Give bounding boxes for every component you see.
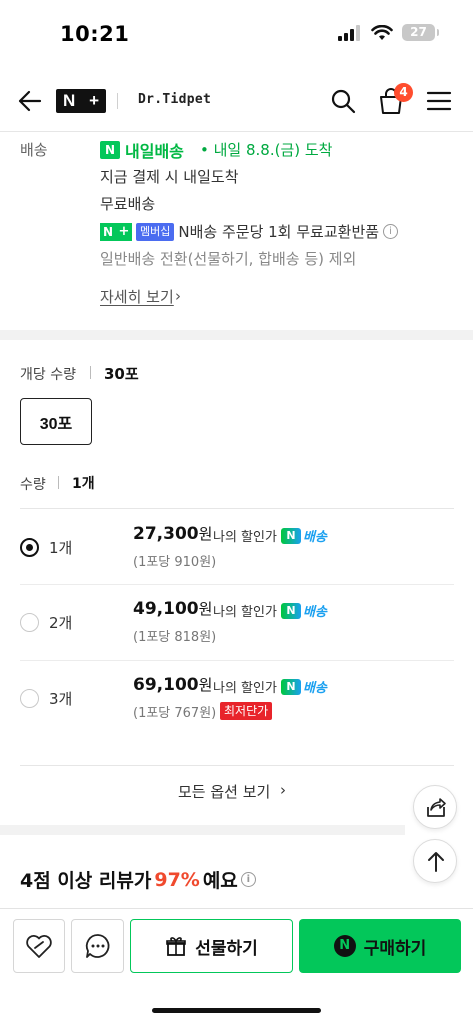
quantity-option-row[interactable]: 1개 27,300원 나의 할인가 N 배송 (1포당 910원) (20, 509, 454, 585)
radio-selected[interactable] (20, 538, 39, 557)
my-discount-price: 나의 할인가 N 배송 (213, 601, 327, 620)
naver-n-icon: N (280, 678, 301, 695)
quantity-option-row[interactable]: 2개 49,100원 나의 할인가 N 배송 (1포당 818원) (20, 585, 454, 661)
store-brand-name[interactable]: Dr.Tidpet (138, 92, 211, 107)
status-time: 10:21 (60, 22, 130, 46)
tomorrow-delivery-badge: N 내일배송 (100, 138, 184, 162)
per-pack-price: (1포당 818원) (133, 630, 217, 645)
home-indicator (152, 1008, 321, 1013)
naver-n-icon: N (280, 602, 301, 619)
chevron-right-icon: › (280, 781, 286, 799)
battery-icon: 27 (402, 24, 439, 41)
row-quantity: 3개 (49, 690, 73, 708)
pay-now-arrival: 지금 결제 시 내일도착 (100, 168, 239, 186)
info-icon[interactable]: i (383, 224, 399, 239)
divider (20, 765, 454, 766)
search-icon[interactable] (330, 88, 356, 114)
status-icons: 27 (338, 24, 439, 41)
naver-pay-icon: N (333, 935, 356, 957)
gift-icon (166, 937, 187, 956)
option-30-packs-button[interactable]: 30포 (20, 398, 92, 445)
talk-chat-button[interactable] (71, 919, 124, 973)
radio-unselected[interactable] (20, 689, 39, 708)
signal-icon (338, 24, 360, 41)
gift-button-label: 선물하기 (195, 938, 258, 959)
label-separator (90, 366, 91, 379)
cart-count-badge: 4 (394, 83, 413, 102)
section-divider (0, 825, 405, 835)
exclusion-note: 일반배송 전환(선물하기, 합배송 등) 제외 (100, 250, 357, 268)
section-divider (0, 330, 473, 340)
plus-icon: + (116, 222, 132, 241)
top-header: N + Dr.Tidpet 4 (0, 70, 473, 132)
my-discount-price: 나의 할인가 N 배송 (213, 526, 327, 545)
buy-button-label: 구매하기 (363, 938, 427, 959)
naver-n-icon: N (280, 527, 301, 544)
bottom-action-bar: 선물하기 N 구매하기 (0, 908, 473, 1024)
buy-button[interactable]: N 구매하기 (299, 919, 461, 973)
share-icon (427, 798, 446, 817)
back-arrow-icon[interactable] (16, 88, 42, 114)
unit-quantity-value: 30포 (104, 365, 139, 383)
row-quantity: 1개 (49, 539, 73, 557)
unit-quantity-label: 개당 수량 (20, 367, 76, 383)
wishlist-button[interactable] (13, 919, 65, 973)
nplus-logo[interactable]: N + (56, 89, 106, 113)
label-separator (58, 476, 59, 489)
arrow-up-icon (428, 852, 444, 872)
radio-unselected[interactable] (20, 613, 39, 632)
free-shipping: 무료배송 (100, 195, 156, 213)
delivery-label: 배송 (20, 141, 48, 159)
share-button[interactable] (413, 785, 457, 829)
header-divider (117, 93, 118, 109)
gift-button[interactable]: 선물하기 (130, 919, 293, 973)
quantity-value: 1개 (72, 476, 95, 492)
membership-exchange-row: N + 멤버십 N배송 주문당 1회 무료교환반품 i (100, 221, 399, 242)
naver-n-icon: N (100, 222, 116, 241)
n-delivery-badge: N 배송 (280, 677, 327, 696)
delivery-date: • 내일 8.8.(금) 도착 (200, 141, 333, 159)
per-pack-price: (1포당 767원) (133, 706, 217, 721)
hamburger-menu-icon[interactable] (426, 90, 452, 112)
n-delivery-badge: N 배송 (280, 601, 327, 620)
naver-n-icon: N (100, 141, 120, 159)
lowest-unit-price-badge: 최저단가 (220, 702, 273, 720)
row-price: 49,100원 (133, 599, 213, 619)
my-discount-price: 나의 할인가 N 배송 (213, 677, 327, 696)
review-summary-heading: 4점 이상 리뷰가 97% 예요 i (20, 866, 256, 893)
info-icon[interactable]: i (240, 872, 256, 887)
quantity-option-row[interactable]: 3개 69,100원 나의 할인가 N 배송 (1포당 767원) 최저단가 (20, 661, 454, 737)
quantity-label: 수량 (20, 477, 46, 493)
details-link[interactable]: 자세히 보기 (100, 286, 174, 307)
n-delivery-badge: N 배송 (280, 526, 327, 545)
heart-icon (26, 935, 52, 958)
membership-tag: 멤버십 (136, 222, 175, 241)
free-exchange-text: N배송 주문당 1회 무료교환반품 (178, 223, 380, 241)
tomorrow-delivery-text: 내일배송 (125, 142, 184, 161)
wifi-icon (371, 24, 393, 40)
per-pack-price: (1포당 910원) (133, 555, 217, 570)
chat-bubble-icon (85, 934, 109, 958)
scroll-to-top-button[interactable] (413, 839, 457, 883)
row-price: 27,300원 (133, 524, 213, 544)
chevron-right-icon: › (175, 287, 181, 305)
row-quantity: 2개 (49, 614, 73, 632)
view-all-options-button[interactable]: 모든 옵션 보기 (178, 781, 270, 802)
row-price: 69,100원 (133, 675, 213, 695)
